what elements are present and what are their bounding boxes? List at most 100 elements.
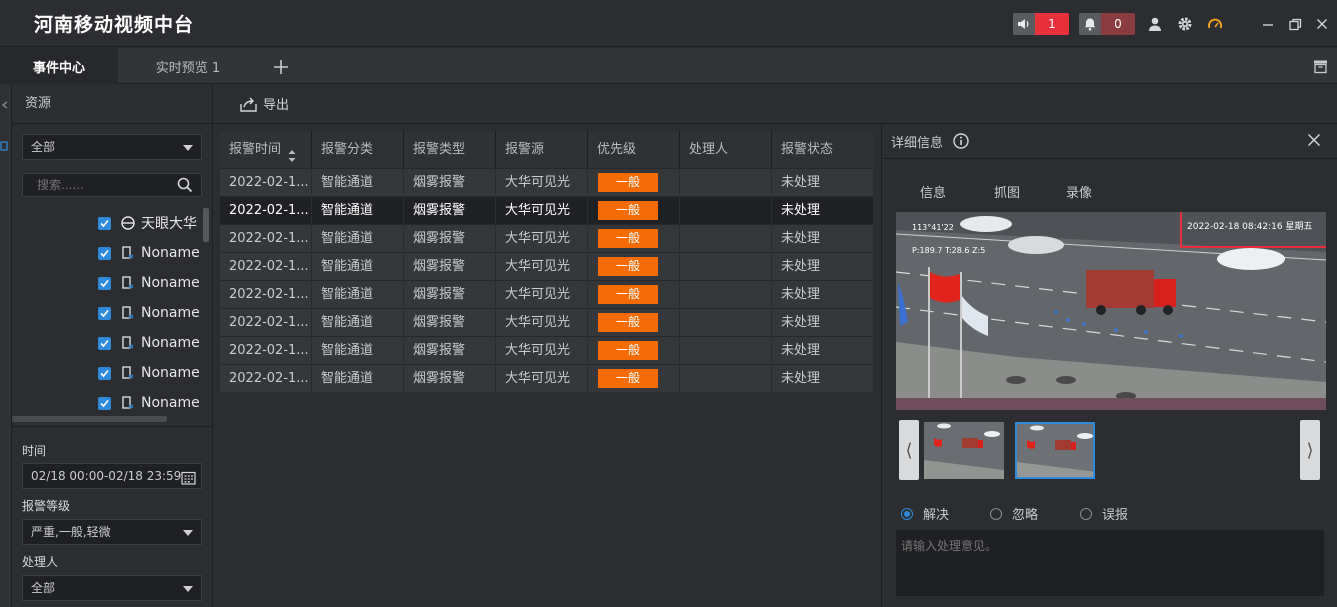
resource-search-box[interactable] (22, 173, 202, 197)
checkbox-checked[interactable] (98, 246, 111, 260)
tree-item-camera[interactable]: Noname (98, 238, 200, 268)
table-row[interactable]: 2022-02-1... 智能通道 烟雾报警 大华可见光 一般 未处理 (220, 252, 873, 281)
divider (12, 426, 212, 427)
handling-comment-input[interactable] (896, 530, 1324, 596)
table-row[interactable]: 2022-02-1... 智能通道 烟雾报警 大华可见光 一般 未处理 (220, 168, 873, 197)
checkbox-checked[interactable] (98, 276, 111, 290)
table-row[interactable]: 2022-02-1... 智能通道 烟雾报警 大华可见光 一般 未处理 (220, 364, 873, 393)
detail-panel: 详细信息 信息 抓图 录像 113°41'22 P:189.7 T:28.6 Z… (881, 124, 1337, 607)
alarm-level-label: 报警等级 (22, 499, 71, 513)
table-row[interactable]: 2022-02-1... 智能通道 烟雾报警 大华可见光 一般 未处理 (220, 308, 873, 337)
rail-resource-icon[interactable] (0, 140, 10, 152)
table-row[interactable]: 2022-02-1... 智能通道 烟雾报警 大华可见光 一般 未处理 (220, 196, 873, 225)
checkbox-checked[interactable] (98, 306, 111, 320)
cell-status: 未处理 (781, 203, 821, 218)
priority-badge: 一般 (598, 173, 658, 192)
close-detail-icon[interactable] (1307, 133, 1321, 151)
tree-item-label: Noname (141, 245, 200, 261)
checkbox-checked[interactable] (98, 366, 111, 380)
cell-time: 2022-02-1... (220, 225, 312, 253)
prev-snapshot-button[interactable]: ⟨ (899, 420, 919, 480)
alarm-level-select[interactable]: 严重,一般,轻微 (22, 519, 202, 545)
cell-time: 2022-02-1... (220, 365, 312, 393)
checkbox-checked[interactable] (98, 336, 111, 350)
tree-item-camera[interactable]: Noname (98, 298, 200, 328)
column-header-label: 报警时间 (229, 142, 282, 157)
tree-vertical-scrollbar[interactable] (203, 208, 209, 242)
subtab-info[interactable]: 信息 (920, 182, 946, 201)
alarm-table: 报警时间 报警分类 报警类型 报警源 优先级 处理人 报警状态 2022-02-… (220, 131, 873, 393)
sound-alarm-badge[interactable]: 1 (1013, 13, 1069, 35)
title-bar: 河南移动视频中台 1 0 (0, 0, 1337, 47)
cell-source: 大华可见光 (496, 365, 588, 393)
camera-icon (121, 276, 135, 290)
export-button[interactable]: 导出 (240, 94, 289, 113)
performance-gauge-icon[interactable] (1206, 15, 1224, 33)
user-icon[interactable] (1146, 15, 1164, 33)
restore-icon[interactable] (1286, 15, 1304, 33)
info-icon[interactable] (953, 133, 969, 149)
cell-category: 智能通道 (312, 169, 404, 197)
rail-arrow-icon[interactable] (1, 98, 9, 109)
subtab-snapshot[interactable]: 抓图 (994, 182, 1020, 201)
tree-item-camera[interactable]: Noname (98, 268, 200, 298)
table-row[interactable]: 2022-02-1... 智能通道 烟雾报警 大华可见光 一般 未处理 (220, 280, 873, 309)
time-range-field[interactable]: 02/18 00:00-02/18 23:59 (22, 463, 202, 489)
chevron-left-icon: ⟨ (905, 439, 913, 461)
checkbox-checked[interactable] (98, 216, 111, 230)
subtab-recording[interactable]: 录像 (1066, 182, 1092, 201)
tree-item-org[interactable]: 天眼大华 (98, 208, 197, 238)
archive-icon[interactable] (1311, 57, 1329, 75)
tree-horizontal-scrollbar[interactable] (12, 416, 167, 422)
add-tab-icon[interactable] (271, 57, 291, 77)
column-header-status[interactable]: 报警状态 (772, 131, 873, 168)
table-row[interactable]: 2022-02-1... 智能通道 烟雾报警 大华可见光 一般 未处理 (220, 224, 873, 253)
tree-item-label: Noname (141, 305, 200, 321)
column-header-type[interactable]: 报警类型 (404, 131, 496, 168)
sort-icon[interactable] (288, 141, 296, 178)
tree-item-label: Noname (141, 395, 200, 411)
gear-icon[interactable] (1176, 15, 1194, 33)
cell-source: 大华可见光 (496, 309, 588, 337)
tree-item-camera[interactable]: Noname (98, 388, 200, 418)
radio-ignore[interactable]: 忽略 (990, 504, 1038, 523)
cell-time: 2022-02-1... (220, 309, 312, 337)
tree-item-camera[interactable]: Noname (98, 328, 200, 358)
search-icon[interactable] (177, 177, 193, 197)
resource-search-input[interactable] (23, 174, 173, 196)
minimize-icon[interactable] (1259, 15, 1277, 33)
radio-false-alarm[interactable]: 误报 (1080, 504, 1128, 523)
column-header-source[interactable]: 报警源 (496, 131, 588, 168)
cell-source: 大华可见光 (496, 169, 588, 197)
next-snapshot-button[interactable]: ⟩ (1300, 420, 1320, 480)
cell-status: 未处理 (781, 259, 821, 274)
tree-item-camera[interactable]: Noname (98, 358, 200, 388)
tab-live-preview[interactable]: 实时预览 1 (118, 48, 258, 84)
column-header-handler[interactable]: 处理人 (680, 131, 772, 168)
column-header-category[interactable]: 报警分类 (312, 131, 404, 168)
chevron-down-icon (183, 530, 193, 536)
detail-title: 详细信息 (891, 135, 944, 151)
column-header-priority[interactable]: 优先级 (588, 131, 680, 168)
radio-label: 解决 (923, 508, 950, 523)
priority-badge: 一般 (598, 257, 658, 276)
table-row[interactable]: 2022-02-1... 智能通道 烟雾报警 大华可见光 一般 未处理 (220, 336, 873, 365)
radio-resolve[interactable]: 解决 (901, 504, 949, 523)
osd-coords: 113°41'22 (912, 223, 954, 232)
snapshot-thumbnail[interactable] (924, 422, 1004, 479)
snapshot-image[interactable]: 113°41'22 P:189.7 T:28.6 Z:5 2022-02-18 … (896, 212, 1326, 410)
handler-select[interactable]: 全部 (22, 575, 202, 601)
calendar-icon[interactable] (181, 469, 196, 493)
resource-filter-select[interactable]: 全部 (22, 134, 202, 160)
bell-alarm-count: 0 (1101, 13, 1135, 35)
cell-source: 大华可见光 (496, 253, 588, 281)
chevron-down-icon (183, 145, 193, 151)
snapshot-thumbnail-selected[interactable] (1015, 422, 1095, 479)
close-window-icon[interactable] (1313, 15, 1331, 33)
column-header-time[interactable]: 报警时间 (220, 131, 312, 168)
bell-alarm-badge[interactable]: 0 (1079, 13, 1135, 35)
cell-priority: 一般 (588, 337, 680, 365)
tab-event-center[interactable]: 事件中心 (0, 48, 118, 84)
checkbox-checked[interactable] (98, 396, 111, 410)
cell-category: 智能通道 (312, 253, 404, 281)
